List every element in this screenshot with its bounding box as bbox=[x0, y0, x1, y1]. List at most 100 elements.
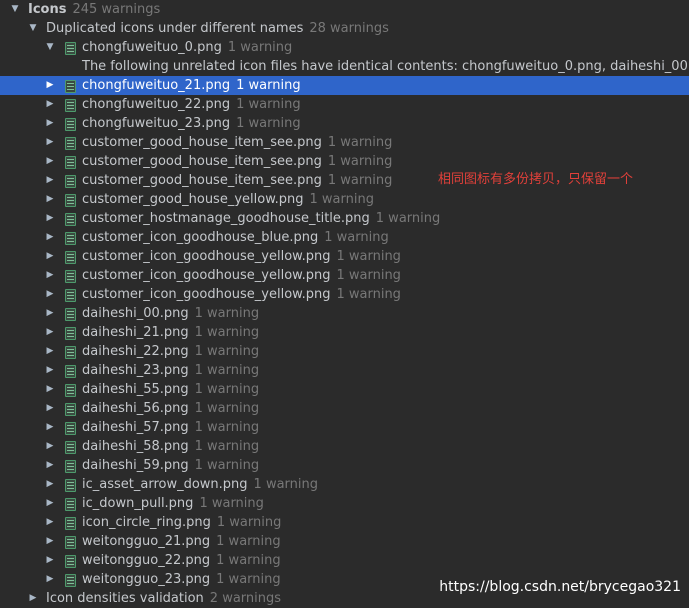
tree-item-count: 1 warning bbox=[227, 40, 293, 55]
image-file-icon bbox=[65, 403, 76, 416]
tree-item-count: 1 warning bbox=[194, 401, 260, 416]
tree-item-count: 1 warning bbox=[336, 249, 401, 264]
image-file-icon bbox=[65, 137, 76, 150]
tree-item[interactable]: ▶ chongfuweituo_21.png 1 warning bbox=[0, 76, 689, 95]
tree-item-name: daiheshi_57.png bbox=[82, 420, 189, 435]
triangle-right-icon[interactable]: ▶ bbox=[44, 532, 56, 551]
tree-item-name: weitongguo_21.png bbox=[82, 534, 211, 549]
tree-item[interactable]: ▶ ic_asset_arrow_down.png 1 warning bbox=[0, 475, 689, 494]
tree-item[interactable]: ▶ weitongguo_21.png 1 warning bbox=[0, 532, 689, 551]
tree-item[interactable]: ▶ customer_hostmanage_goodhouse_title.png… bbox=[0, 209, 689, 228]
tree-item-count: 1 warning bbox=[194, 382, 260, 397]
tree-item[interactable]: ▶ ic_down_pull.png 1 warning bbox=[0, 494, 689, 513]
tree-item-expanded[interactable]: ▼ chongfuweituo_0.png 1 warning bbox=[0, 38, 689, 57]
triangle-right-icon[interactable]: ▶ bbox=[44, 247, 56, 266]
triangle-right-icon[interactable]: ▶ bbox=[44, 399, 56, 418]
tree-item[interactable]: ▶ daiheshi_21.png 1 warning bbox=[0, 323, 689, 342]
tree-item-name: daiheshi_56.png bbox=[82, 401, 189, 416]
image-file-icon bbox=[65, 194, 76, 207]
tree-item[interactable]: ▶ daiheshi_22.png 1 warning bbox=[0, 342, 689, 361]
image-file-icon bbox=[65, 213, 76, 226]
group-densities-text: Icon densities validation 2 warnings bbox=[46, 589, 281, 608]
tree-item-name: daiheshi_00.png bbox=[82, 306, 189, 321]
tree-item-count: 1 warning bbox=[216, 572, 281, 587]
triangle-right-icon[interactable]: ▶ bbox=[44, 76, 56, 95]
triangle-right-icon[interactable]: ▶ bbox=[44, 551, 56, 570]
triangle-right-icon[interactable]: ▶ bbox=[44, 361, 56, 380]
tree-item-count: 1 warning bbox=[194, 439, 260, 454]
tree-item-text: customer_icon_goodhouse_yellow.png 1 warn… bbox=[82, 266, 401, 285]
tree-item-count: 1 warning bbox=[236, 78, 301, 93]
tree-item[interactable]: ▶ customer_icon_goodhouse_yellow.png 1 war… bbox=[0, 266, 689, 285]
group-duplicated-icons[interactable]: ▼ Duplicated icons under different names… bbox=[0, 19, 689, 38]
triangle-right-icon[interactable]: ▶ bbox=[44, 437, 56, 456]
tree-item-count: 1 warning bbox=[336, 287, 401, 302]
tree-item[interactable]: ▶ customer_good_house_item_see.png 1 warni… bbox=[0, 133, 689, 152]
tree-item[interactable]: ▶ daiheshi_56.png 1 warning bbox=[0, 399, 689, 418]
tree-item-name: ic_down_pull.png bbox=[82, 496, 194, 511]
tree-item-count: 1 warning bbox=[194, 306, 260, 321]
tree-item[interactable]: ▶ daiheshi_00.png 1 warning bbox=[0, 304, 689, 323]
triangle-right-icon[interactable]: ▶ bbox=[44, 266, 56, 285]
image-file-icon bbox=[65, 80, 76, 93]
triangle-right-icon[interactable]: ▶ bbox=[27, 589, 39, 608]
image-file-icon bbox=[65, 270, 76, 283]
triangle-right-icon[interactable]: ▶ bbox=[44, 228, 56, 247]
triangle-right-icon[interactable]: ▶ bbox=[44, 380, 56, 399]
tree-item[interactable]: ▶ customer_good_house_item_see.png 1 warni… bbox=[0, 152, 689, 171]
tree-item[interactable]: ▶ chongfuweituo_22.png 1 warning bbox=[0, 95, 689, 114]
tree-item[interactable]: ▶ daiheshi_55.png 1 warning bbox=[0, 380, 689, 399]
group-icons-text: Icons 245 warnings bbox=[28, 0, 160, 19]
triangle-down-icon[interactable]: ▼ bbox=[27, 19, 39, 38]
triangle-right-icon[interactable]: ▶ bbox=[44, 570, 56, 589]
tree-item-text: chongfuweituo_21.png 1 warning bbox=[82, 76, 301, 95]
triangle-right-icon[interactable]: ▶ bbox=[44, 171, 56, 190]
tree-item[interactable]: ▶ daiheshi_57.png 1 warning bbox=[0, 418, 689, 437]
triangle-right-icon[interactable]: ▶ bbox=[44, 494, 56, 513]
triangle-down-icon[interactable]: ▼ bbox=[9, 0, 21, 19]
triangle-right-icon[interactable]: ▶ bbox=[44, 342, 56, 361]
tree-item-count: 1 warning bbox=[194, 458, 260, 473]
triangle-right-icon[interactable]: ▶ bbox=[44, 114, 56, 133]
triangle-right-icon[interactable]: ▶ bbox=[44, 190, 56, 209]
triangle-right-icon[interactable]: ▶ bbox=[44, 95, 56, 114]
tree-item[interactable]: ▶ weitongguo_22.png 1 warning bbox=[0, 551, 689, 570]
triangle-right-icon[interactable]: ▶ bbox=[44, 285, 56, 304]
image-file-icon bbox=[65, 99, 76, 112]
group-icons[interactable]: ▼ Icons 245 warnings bbox=[0, 0, 689, 19]
tree-item-text: ic_down_pull.png 1 warning bbox=[82, 494, 264, 513]
tree-item[interactable]: ▶ chongfuweituo_23.png 1 warning bbox=[0, 114, 689, 133]
tree-item[interactable]: ▶ customer_icon_goodhouse_blue.png 1 warni… bbox=[0, 228, 689, 247]
image-file-icon bbox=[65, 555, 76, 568]
triangle-right-icon[interactable]: ▶ bbox=[44, 513, 56, 532]
tree-item-text: chongfuweituo_22.png 1 warning bbox=[82, 95, 301, 114]
triangle-right-icon[interactable]: ▶ bbox=[44, 133, 56, 152]
tree-item-name: daiheshi_23.png bbox=[82, 363, 189, 378]
triangle-right-icon[interactable]: ▶ bbox=[44, 152, 56, 171]
tree-item-name: daiheshi_58.png bbox=[82, 439, 189, 454]
triangle-right-icon[interactable]: ▶ bbox=[44, 418, 56, 437]
image-file-icon bbox=[65, 232, 76, 245]
triangle-down-icon[interactable]: ▼ bbox=[44, 38, 56, 57]
tree-item-count: 1 warning bbox=[236, 97, 301, 112]
tree-item-detail[interactable]: The following unrelated icon files have … bbox=[0, 57, 689, 76]
tree-item[interactable]: ▶ daiheshi_23.png 1 warning bbox=[0, 361, 689, 380]
triangle-right-icon[interactable]: ▶ bbox=[44, 304, 56, 323]
image-file-icon bbox=[65, 498, 76, 511]
tree-item-count: 1 warning bbox=[253, 477, 319, 492]
tree-item[interactable]: ▶ daiheshi_58.png 1 warning bbox=[0, 437, 689, 456]
triangle-right-icon[interactable]: ▶ bbox=[44, 323, 56, 342]
tree-item-name: chongfuweituo_22.png bbox=[82, 97, 231, 112]
tree-item[interactable]: ▶ customer_good_house_yellow.png 1 warning bbox=[0, 190, 689, 209]
triangle-right-icon[interactable]: ▶ bbox=[44, 475, 56, 494]
group-duplicated-text: Duplicated icons under different names 28… bbox=[46, 19, 389, 38]
tree-item[interactable]: ▶ customer_icon_goodhouse_yellow.png 1 war… bbox=[0, 247, 689, 266]
tree-item[interactable]: ▶ daiheshi_59.png 1 warning bbox=[0, 456, 689, 475]
group-duplicated-count: 28 warnings bbox=[309, 21, 389, 36]
tree-item[interactable]: ▶ icon_circle_ring.png 1 warning bbox=[0, 513, 689, 532]
triangle-right-icon[interactable]: ▶ bbox=[44, 456, 56, 475]
tree-item[interactable]: ▶ customer_icon_goodhouse_yellow.png 1 war… bbox=[0, 285, 689, 304]
tree-item-name: weitongguo_23.png bbox=[82, 572, 211, 587]
triangle-right-icon[interactable]: ▶ bbox=[44, 209, 56, 228]
tree-item-name: weitongguo_22.png bbox=[82, 553, 211, 568]
